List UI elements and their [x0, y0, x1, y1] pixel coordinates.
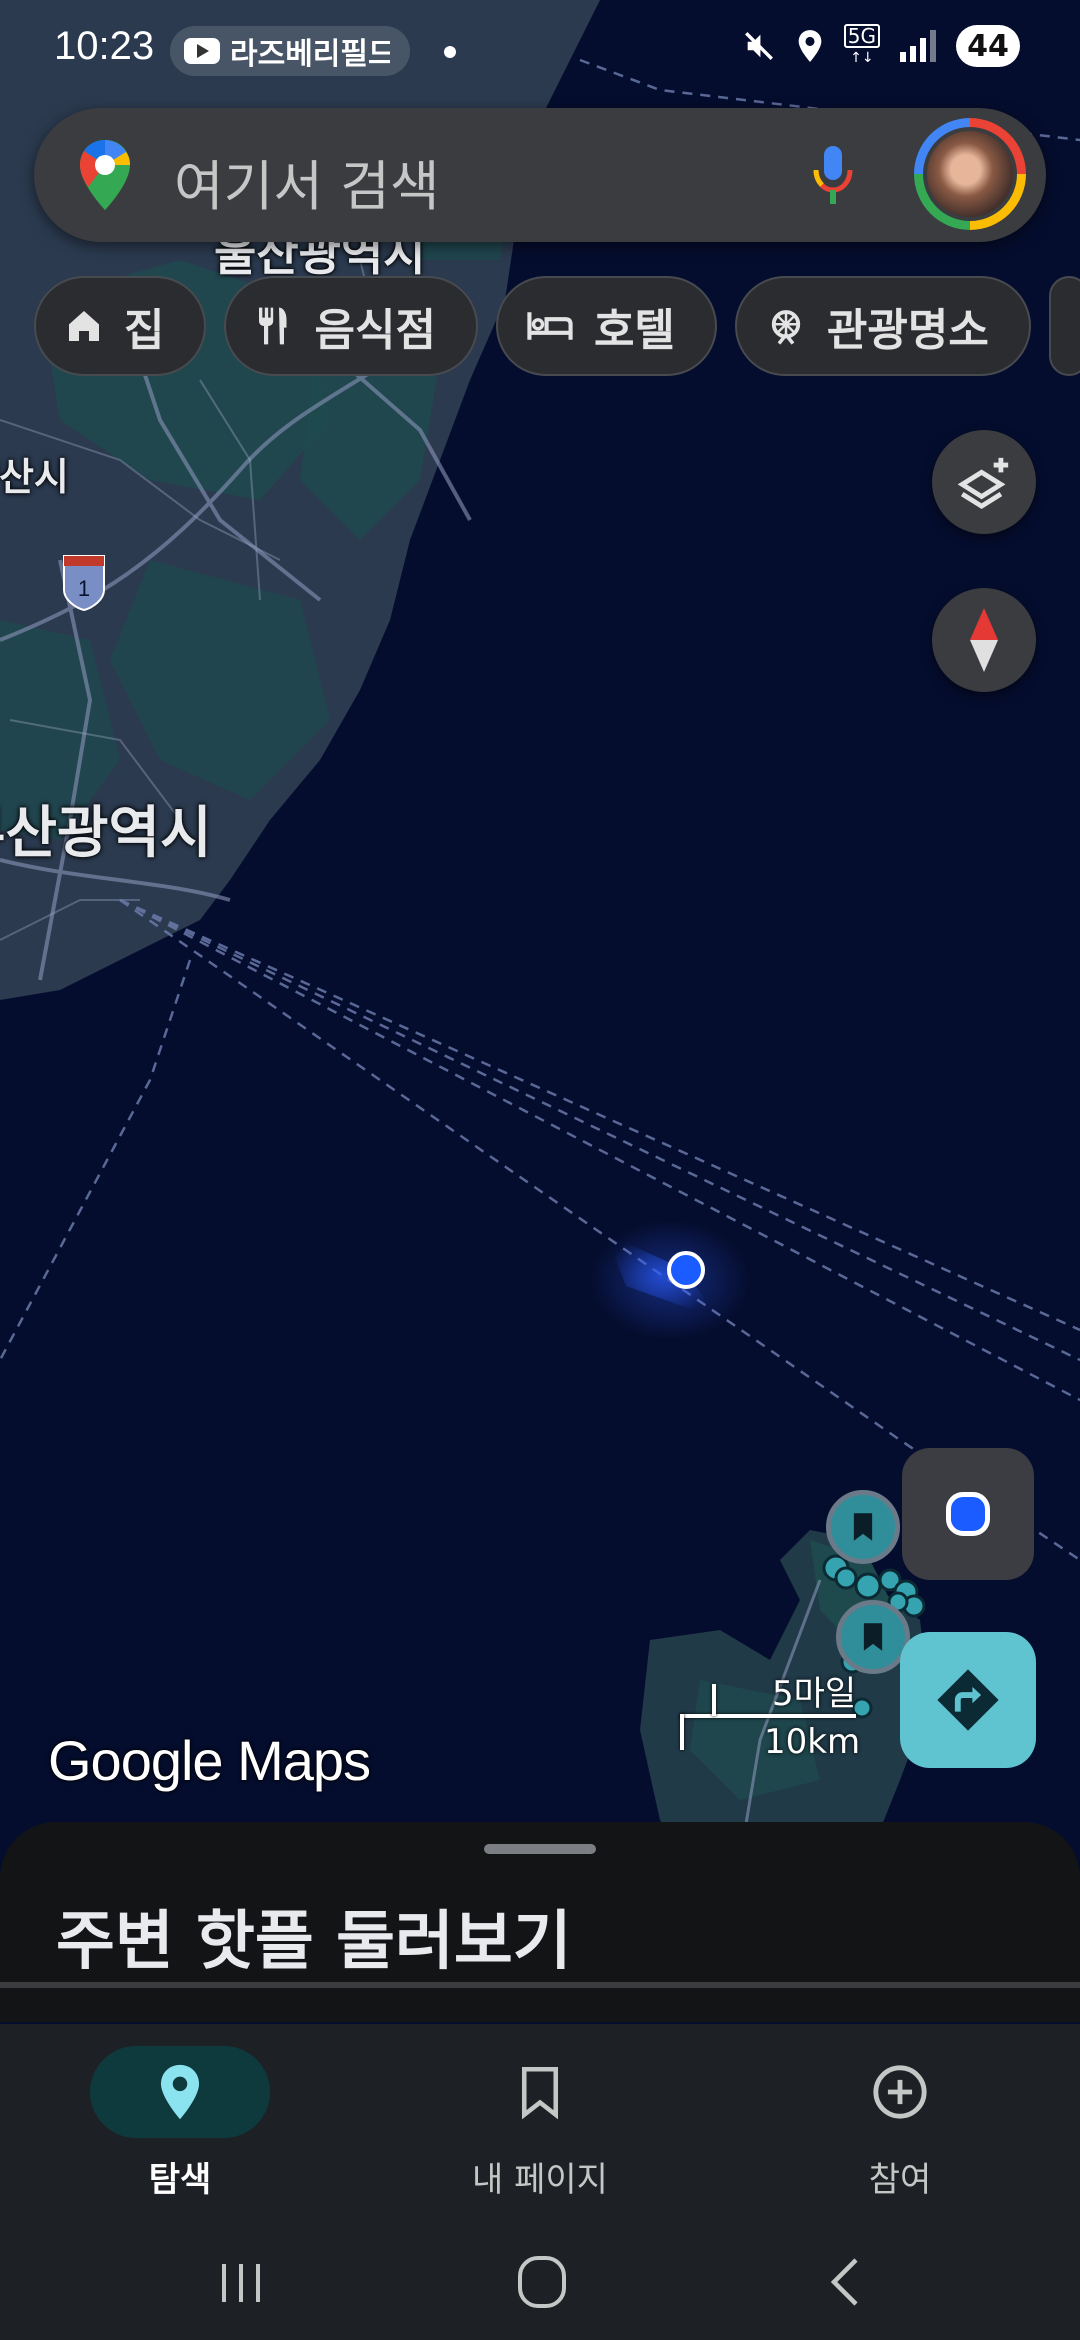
nav-label: 참여 [868, 2160, 932, 2200]
chip-hotels[interactable]: 호텔 [495, 276, 717, 376]
status-time: 10:23 [54, 24, 155, 68]
battery-indicator: 44 [956, 25, 1020, 67]
nav-active-indicator [90, 2046, 270, 2138]
media-app-name: 라즈베리필드 [230, 37, 390, 72]
chip-home[interactable]: 집 [34, 276, 207, 376]
chip-restaurants[interactable]: 음식점 [224, 276, 478, 376]
map-label-busan: 부산광역시 [0, 801, 212, 866]
nav-my-page[interactable]: 내 페이지 [420, 2034, 660, 2214]
network-type: 5G ↑↓ [843, 24, 880, 68]
sheet-drag-handle[interactable] [484, 1844, 596, 1854]
youtube-icon [184, 38, 220, 64]
sheet-divider [0, 1982, 1080, 1988]
my-location-button[interactable] [902, 1448, 1034, 1580]
media-notification-pill[interactable]: 라즈베리필드 [170, 26, 410, 76]
google-maps-attribution: Google Maps [48, 1729, 371, 1792]
signal-icon [900, 30, 936, 62]
status-icons: 5G ↑↓ 44 [742, 24, 1020, 68]
chip-label: 호텔 [593, 305, 675, 356]
sheet-title: 주변 핫플 둘러보기 [56, 1905, 572, 1979]
profile-avatar[interactable] [914, 118, 1026, 230]
notification-dot [444, 46, 456, 58]
route-shield-number: 1 [78, 576, 90, 601]
attraction-icon [771, 310, 801, 345]
my-location-icon [946, 1492, 990, 1536]
scale-miles: 5마일 [772, 1674, 857, 1714]
route-shield-1: 1 [63, 555, 105, 612]
avatar-photo [923, 127, 1017, 221]
status-bar: 10:23 라즈베리필드 5G ↑↓ 44 [0, 0, 1080, 100]
scale-tick [712, 1684, 716, 1716]
saved-place-marker[interactable] [826, 1490, 900, 1564]
bookmark-icon [853, 1513, 873, 1541]
back-icon[interactable] [826, 2256, 866, 2308]
system-navigation-bar [0, 2224, 1080, 2340]
category-chips: 집 음식점 호텔 관광명소 [34, 276, 1080, 376]
chip-more[interactable] [1048, 276, 1080, 376]
chip-label: 음식점 [314, 305, 436, 356]
directions-icon [937, 1669, 999, 1731]
nav-explore[interactable]: 탐색 [60, 2034, 300, 2214]
mute-icon [744, 32, 773, 60]
saved-place-marker[interactable] [836, 1600, 910, 1674]
current-location-dot [667, 1251, 705, 1289]
scale-bar [680, 1714, 856, 1718]
nav-icon-wrap [450, 2046, 630, 2138]
search-bar[interactable]: 여기서 검색 [34, 108, 1046, 242]
scale-km: 10km [764, 1722, 861, 1762]
nav-label: 내 페이지 [472, 2160, 608, 2200]
search-input[interactable]: 여기서 검색 [174, 142, 440, 221]
restaurant-icon [259, 307, 287, 345]
chip-label: 관광명소 [826, 305, 989, 356]
bookmark-icon [863, 1623, 883, 1651]
explore-pin-icon [160, 2064, 200, 2120]
recent-apps-icon[interactable] [216, 2260, 266, 2306]
home-button-icon[interactable] [516, 2254, 568, 2310]
google-maps-logo-icon [80, 140, 130, 210]
nav-contribute[interactable]: 참여 [780, 2034, 1020, 2214]
bookmark-icon [521, 2066, 559, 2119]
compass-button[interactable] [932, 588, 1036, 692]
explore-bottom-sheet[interactable]: 주변 핫플 둘러보기 [0, 1822, 1080, 2022]
nav-label: 탐색 [148, 2160, 212, 2200]
layers-add-icon [957, 457, 1009, 510]
scale-tick [680, 1714, 684, 1750]
hotel-icon [527, 312, 573, 340]
home-icon [69, 311, 99, 341]
microphone-icon[interactable] [810, 142, 856, 208]
map-label-yangsan: 양산시 [0, 455, 69, 499]
chip-label: 집 [124, 305, 165, 356]
bottom-navigation: 탐색 내 페이지 참여 [0, 2024, 1080, 2224]
location-icon [798, 30, 822, 62]
layers-button[interactable] [932, 430, 1036, 534]
directions-button[interactable] [900, 1632, 1036, 1768]
add-circle-icon [873, 2065, 927, 2119]
nav-icon-wrap [810, 2046, 990, 2138]
compass-icon [970, 608, 998, 672]
chip-attractions[interactable]: 관광명소 [734, 276, 1031, 376]
